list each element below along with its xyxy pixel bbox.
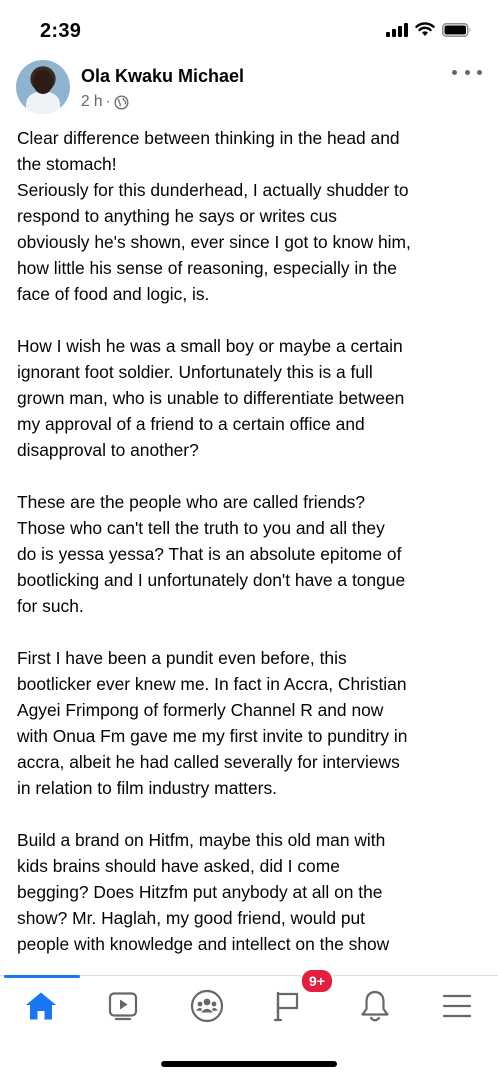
- line: show? Mr. Haglah, my good friend, would …: [17, 908, 365, 928]
- avatar[interactable]: [16, 60, 70, 114]
- status-bar: 2:39: [0, 0, 498, 54]
- meta-separator: ·: [105, 93, 111, 110]
- active-tab-indicator: [4, 975, 80, 978]
- line: face of food and logic, is.: [17, 284, 210, 304]
- line: for such.: [17, 596, 84, 616]
- globe-icon: [114, 94, 129, 110]
- more-dot: [464, 69, 470, 75]
- tab-home[interactable]: [16, 984, 66, 1028]
- post-paragraph-2: How I wish he was a small boy or maybe a…: [17, 333, 487, 463]
- line: First I have been a pundit even before, …: [17, 648, 347, 668]
- home-indicator: [161, 1061, 337, 1067]
- line: how little his sense of reasoning, espec…: [17, 258, 397, 278]
- more-dot: [477, 69, 482, 75]
- line: do is yessa yessa? That is an absolute e…: [17, 544, 402, 564]
- post-paragraph-5: Build a brand on Hitfm, maybe this old m…: [17, 827, 487, 957]
- line: Those who can't tell the truth to you an…: [17, 518, 385, 538]
- tab-menu[interactable]: [432, 984, 482, 1028]
- line: respond to anything he says or writes cu…: [17, 206, 337, 226]
- line: my approval of a friend to a certain off…: [17, 414, 365, 434]
- menu-icon: [442, 994, 472, 1018]
- line: bootlicker ever knew me. In fact in Accr…: [17, 674, 407, 694]
- line: How I wish he was a small boy or maybe a…: [17, 336, 403, 356]
- post-body: Clear difference between thinking in the…: [17, 125, 487, 957]
- tab-groups[interactable]: [182, 984, 232, 1028]
- groups-icon: [190, 989, 224, 1023]
- status-icons: [386, 22, 472, 37]
- line: begging? Does Hitzfm put anybody at all …: [17, 882, 383, 902]
- line: the stomach!: [17, 154, 117, 174]
- post-paragraph-4: First I have been a pundit even before, …: [17, 645, 487, 801]
- avatar-body: [26, 92, 60, 114]
- line: bootlicking and I unfortunately don't ha…: [17, 570, 406, 590]
- line: Seriously for this dunderhead, I actuall…: [17, 180, 409, 200]
- line: kids brains should have asked, did I com…: [17, 856, 340, 876]
- line: grown man, who is unable to differentiat…: [17, 388, 405, 408]
- wifi-icon: [415, 22, 435, 36]
- notification-badge: 9+: [300, 968, 334, 994]
- line: accra, albeit he had called severally fo…: [17, 752, 400, 772]
- bell-icon: [361, 990, 389, 1022]
- signal-icon: [386, 22, 408, 37]
- tab-notifications[interactable]: [350, 984, 400, 1028]
- post-paragraph-3: These are the people who are called frie…: [17, 489, 487, 619]
- post-time[interactable]: 2 h: [81, 93, 103, 111]
- post-meta: 2 h ·: [81, 93, 129, 111]
- flag-icon: [273, 991, 299, 1022]
- home-icon: [26, 992, 56, 1020]
- battery-icon: [442, 22, 471, 37]
- more-dot: [452, 69, 457, 75]
- line: Build a brand on Hitfm, maybe this old m…: [17, 830, 386, 850]
- line: Clear difference between thinking in the…: [17, 128, 400, 148]
- author-name[interactable]: Ola Kwaku Michael: [81, 66, 244, 87]
- line: Agyei Frimpong of formerly Channel R and…: [17, 700, 384, 720]
- line: ignorant foot soldier. Unfortunately thi…: [17, 362, 373, 382]
- avatar-head: [33, 70, 53, 94]
- line: in relation to film industry matters.: [17, 778, 277, 798]
- line: people with knowledge and intellect on t…: [17, 934, 390, 954]
- line: obviously he's shown, ever since I got t…: [17, 232, 411, 252]
- video-icon: [108, 992, 138, 1021]
- line: These are the people who are called frie…: [17, 492, 366, 512]
- line: disapproval to another?: [17, 440, 199, 460]
- post-header: Ola Kwaku Michael 2 h ·: [0, 56, 498, 118]
- bottom-tab-bar: 9+: [0, 968, 498, 1035]
- more-options-button[interactable]: [452, 62, 482, 82]
- post-paragraph-1: Clear difference between thinking in the…: [17, 125, 487, 307]
- status-time: 2:39: [40, 20, 82, 42]
- tab-video[interactable]: [98, 984, 148, 1028]
- line: with Onua Fm gave me my first invite to …: [17, 726, 408, 746]
